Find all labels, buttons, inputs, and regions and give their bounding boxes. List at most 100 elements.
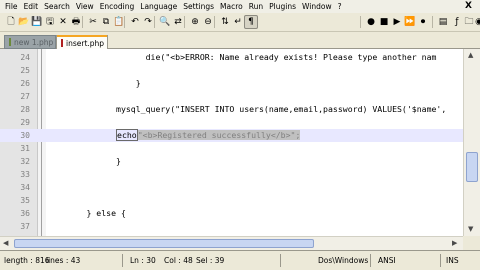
tab-new-1[interactable]: new 1.php: [4, 35, 56, 49]
indent-guide-icon[interactable]: ¶: [244, 15, 258, 29]
save-icon[interactable]: 💾: [30, 15, 44, 29]
code-line[interactable]: 28 mysql_query("INSERT INTO users(name,e…: [0, 103, 463, 116]
tab-label: insert.php: [66, 38, 105, 48]
line-number: 25: [20, 66, 30, 75]
replace-icon[interactable]: ⇄: [171, 15, 185, 29]
zoom-out-icon[interactable]: ⊖: [201, 15, 215, 29]
code-line[interactable]: 36 } else {: [0, 207, 463, 220]
code-line[interactable]: 37: [0, 220, 463, 233]
horizontal-scroll-thumb[interactable]: [14, 239, 314, 248]
cut-icon[interactable]: ✂: [86, 15, 100, 29]
scroll-left-icon[interactable]: ◀: [3, 239, 8, 247]
word-wrap-icon[interactable]: ↵: [231, 15, 245, 29]
selected-text: "<b>Registered successfully</b>";: [137, 130, 301, 140]
paste-icon[interactable]: 📋: [112, 15, 126, 29]
code-line[interactable]: 25: [0, 64, 463, 77]
play-macro-icon[interactable]: ▶: [390, 15, 404, 29]
scroll-up-icon[interactable]: ▲: [468, 51, 473, 59]
code-rest: }: [135, 78, 141, 88]
code-line[interactable]: 29: [0, 116, 463, 129]
code-text: die("<b>ERROR: Name already exists! Plea…: [47, 51, 437, 64]
save-macro-icon[interactable]: ⏺: [416, 15, 430, 29]
open-file-icon[interactable]: 📂: [17, 15, 31, 29]
code-keyword: echo: [116, 129, 138, 141]
code-line[interactable]: 24 die("<b>ERROR: Name already exists! P…: [0, 51, 463, 64]
tab-insert-php[interactable]: insert.php: [56, 35, 108, 50]
status-divider: [440, 254, 441, 267]
copy-icon[interactable]: ⧉: [99, 15, 113, 29]
status-lines: lines : 43: [46, 256, 81, 265]
menu-run[interactable]: Run: [246, 2, 266, 11]
code-text: mysql_query("INSERT INTO users(name,emai…: [47, 103, 446, 116]
status-encoding[interactable]: ANSI: [378, 256, 396, 265]
scroll-down-icon[interactable]: ▼: [468, 225, 473, 233]
code-line[interactable]: 26 }: [0, 77, 463, 90]
code-text: } else {: [47, 207, 126, 220]
menu-window[interactable]: Window: [299, 2, 335, 11]
code-line[interactable]: 35: [0, 194, 463, 207]
menu-view[interactable]: View: [73, 2, 97, 11]
menu-help[interactable]: ?: [335, 2, 345, 11]
status-length: length : 816: [4, 256, 50, 265]
line-number: 24: [20, 53, 30, 62]
line-number: 32: [20, 157, 30, 166]
code-line[interactable]: 33: [0, 168, 463, 181]
new-file-icon[interactable]: 🗋: [4, 15, 18, 29]
code-text: }: [47, 77, 141, 90]
code-text: echo"<b>Registered successfully</b>";: [47, 129, 301, 142]
menu-encoding[interactable]: Encoding: [97, 2, 138, 11]
code-rest: } else {: [86, 208, 126, 218]
code-line[interactable]: 34: [0, 181, 463, 194]
line-number: 37: [20, 222, 30, 231]
close-file-icon[interactable]: ✕: [56, 15, 70, 29]
menu-file[interactable]: File: [0, 2, 21, 11]
menu-macro[interactable]: Macro: [217, 2, 246, 11]
status-selection: Sel : 39: [196, 256, 225, 265]
menu-plugins[interactable]: Plugins: [266, 2, 299, 11]
status-bar: length : 816 lines : 43 Ln : 30 Col : 48…: [0, 250, 480, 270]
close-document-icon[interactable]: X: [465, 1, 472, 11]
save-all-icon[interactable]: 🖫: [43, 15, 57, 29]
scroll-right-icon[interactable]: ▶: [452, 239, 457, 247]
run-macro-multiple-icon[interactable]: ⏩: [403, 15, 417, 29]
code-line[interactable]: 30 echo"<b>Registered successfully</b>";: [0, 129, 463, 142]
tab-bar: new 1.php insert.php: [0, 32, 480, 50]
redo-icon[interactable]: ↷: [141, 15, 155, 29]
monitoring-icon[interactable]: ◉: [472, 15, 480, 29]
vertical-scroll-thumb[interactable]: [466, 152, 478, 182]
stop-macro-icon[interactable]: ■: [377, 15, 391, 29]
code-keyword: mysql_query: [116, 104, 171, 114]
horizontal-scrollbar[interactable]: ◀ ▶: [0, 236, 463, 250]
doc-map-icon[interactable]: ▤: [436, 15, 450, 29]
code-line[interactable]: 27: [0, 90, 463, 103]
print-icon[interactable]: 🖶: [69, 15, 83, 29]
record-macro-icon[interactable]: ●: [364, 15, 378, 29]
line-number: 28: [20, 105, 30, 114]
toolbar-separator: [360, 16, 361, 28]
menu-edit[interactable]: Edit: [21, 2, 42, 11]
zoom-in-icon[interactable]: ⊕: [188, 15, 202, 29]
vertical-scrollbar[interactable]: ▲ ▼: [463, 49, 480, 236]
status-insert-mode[interactable]: INS: [446, 256, 459, 265]
sync-scroll-icon[interactable]: ⇅: [218, 15, 232, 29]
tab-label: new 1.php: [14, 37, 54, 47]
status-eol-format[interactable]: Dos\Windows: [318, 256, 368, 265]
toolbar: 🗋 📂 💾 🖫 ✕ 🖶 ✂ ⧉ 📋 ↶ ↷ 🔍 ⇄ ⊕ ⊖ ⇅ ↵ ¶ ● ■ ▶ ⏩ ⏺ ▤ ƒ 🗀 ◉: [0, 13, 480, 32]
line-number: 29: [20, 118, 30, 127]
find-icon[interactable]: 🔍: [158, 15, 172, 29]
code-line[interactable]: 32 }: [0, 155, 463, 168]
status-divider: [280, 254, 281, 267]
code-line[interactable]: 31: [0, 142, 463, 155]
code-editor[interactable]: 24 die("<b>ERROR: Name already exists! P…: [0, 49, 463, 236]
line-number: 27: [20, 92, 30, 101]
menu-language[interactable]: Language: [137, 2, 180, 11]
undo-icon[interactable]: ↶: [128, 15, 142, 29]
line-number: 33: [20, 170, 30, 179]
menu-search[interactable]: Search: [41, 2, 73, 11]
menu-settings[interactable]: Settings: [180, 2, 217, 11]
